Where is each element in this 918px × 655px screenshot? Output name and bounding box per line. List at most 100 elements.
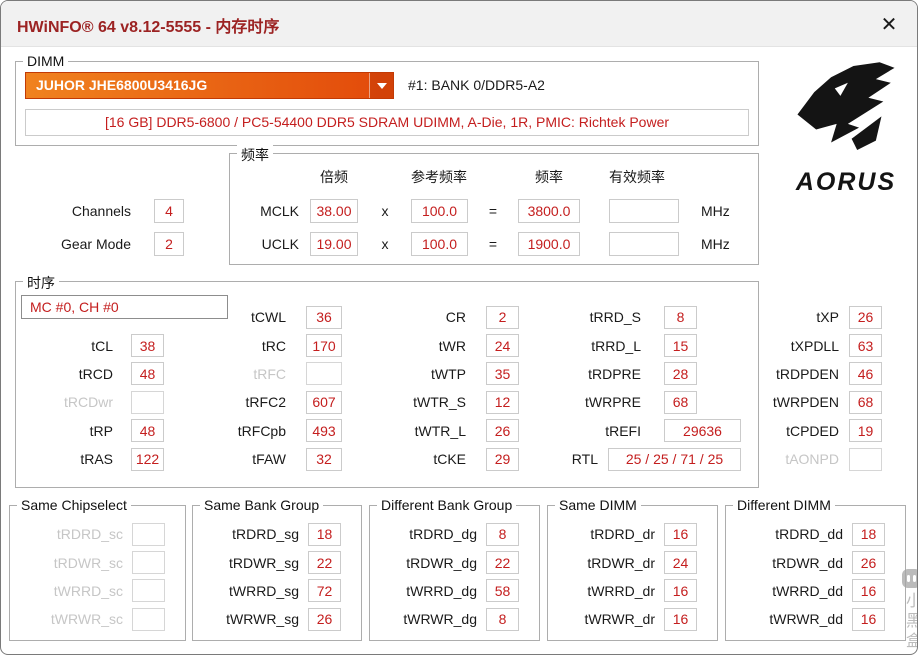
timing-value-box: 16 bbox=[852, 607, 885, 631]
group-title: Different DIMM bbox=[733, 497, 835, 513]
uclk-unit-label: MHz bbox=[701, 236, 730, 252]
timing-value-box: 8 bbox=[486, 607, 519, 631]
timing-value-box: 16 bbox=[664, 607, 697, 631]
timing-label: tRDRD_sc bbox=[56, 526, 123, 543]
gear-mode-value-box: 2 bbox=[154, 232, 184, 256]
dimm-module-dropdown-value: JUHOR JHE6800U3416JG bbox=[36, 77, 208, 93]
timings-column-4: tRRD_S 8 tRRD_L 15 tRDPRE 28 tWRPRE 68 tREFI… bbox=[531, 303, 741, 473]
timing-label: CR bbox=[445, 309, 466, 326]
dimm-module-dropdown[interactable]: JUHOR JHE6800U3416JG bbox=[25, 72, 394, 99]
timing-value-box: 68 bbox=[664, 390, 697, 414]
timing-value-box bbox=[132, 579, 165, 603]
timing-value-box: 2 bbox=[486, 305, 519, 329]
timing-label: tWRRD_sc bbox=[53, 582, 123, 599]
timing-value-box: 493 bbox=[306, 419, 342, 443]
header-frequency: 频率 bbox=[535, 169, 563, 185]
header-multiplier: 倍频 bbox=[320, 169, 348, 185]
equals-sign: = bbox=[488, 203, 498, 219]
brand-name: AORUS bbox=[795, 168, 897, 196]
close-icon: ✕ bbox=[880, 13, 898, 36]
timing-value-box: 46 bbox=[849, 362, 882, 386]
timing-label: tWTP bbox=[431, 365, 466, 382]
timing-label: tCL bbox=[91, 337, 113, 354]
timing-label: RTL bbox=[571, 451, 598, 468]
different-dimm-group: Different DIMM tRDRD_dd 18 tRDWR_dd 26 tWR… bbox=[725, 497, 906, 641]
times-sign: x bbox=[381, 236, 389, 252]
timing-label: tRFC bbox=[253, 365, 286, 382]
timing-label: tRDRD_dg bbox=[409, 526, 477, 543]
timing-label: tRDWR_dr bbox=[587, 554, 655, 571]
timing-label: tRDWR_sg bbox=[228, 554, 299, 571]
timing-value-box: 63 bbox=[849, 334, 882, 358]
timing-value-box: 8 bbox=[664, 305, 697, 329]
timing-label: tRP bbox=[89, 422, 113, 439]
timing-label: tRDRD_sg bbox=[232, 526, 299, 543]
mclk-effective-box bbox=[609, 199, 679, 223]
channels-label: Channels bbox=[71, 203, 131, 219]
timing-value-box: 25 / 25 / 71 / 25 bbox=[608, 447, 741, 471]
timing-label: tRDWR_dg bbox=[406, 554, 477, 571]
timing-value-box: 26 bbox=[308, 607, 341, 631]
timing-value-box: 32 bbox=[306, 447, 342, 471]
group-title: Same Chipselect bbox=[17, 497, 131, 513]
timing-label: tRFCpb bbox=[237, 422, 286, 439]
uclk-frequency-box: 1900.0 bbox=[518, 232, 580, 256]
watermark-text: 小黑盒 bbox=[903, 592, 918, 652]
dimm-slot-label: #1: BANK 0/DDR5-A2 bbox=[408, 77, 545, 93]
uclk-multiplier-box: 19.00 bbox=[310, 232, 358, 256]
mclk-label: MCLK bbox=[260, 203, 299, 219]
timing-value-box: 18 bbox=[308, 522, 341, 546]
timing-value-box: 18 bbox=[852, 522, 885, 546]
dimm-group-label: DIMM bbox=[23, 53, 69, 69]
timing-value-box: 24 bbox=[486, 334, 519, 358]
timing-value-box: 29636 bbox=[664, 419, 741, 443]
timing-label: tXP bbox=[816, 309, 839, 326]
window-title: HWiNFO® 64 v8.12-5555 - 内存时序 bbox=[17, 19, 280, 36]
close-button[interactable]: ✕ bbox=[875, 10, 903, 38]
timing-label: tRCDwr bbox=[64, 394, 113, 411]
timings-column-5: tXP 26 tXPDLL 63 tRDPDEN 46 tWRPDEN 68 tCPDE… bbox=[736, 303, 882, 473]
timing-value-box bbox=[132, 607, 165, 631]
hwinfo-memory-timings-window: HWiNFO® 64 v8.12-5555 - 内存时序 ✕ DIMM JUHO… bbox=[0, 0, 918, 655]
same-bank-group: Same Bank Group tRDRD_sg 18 tRDWR_sg 22 tW… bbox=[192, 497, 362, 641]
timing-label: tRRD_S bbox=[589, 309, 641, 326]
timing-value-box bbox=[131, 390, 164, 414]
aorus-falcon-icon bbox=[797, 62, 895, 150]
timing-label: tRDRD_dd bbox=[775, 526, 843, 543]
timing-label: tWRWR_dr bbox=[584, 611, 655, 628]
timing-label: tRCD bbox=[78, 365, 113, 382]
timing-label: tRDWR_dd bbox=[772, 554, 843, 571]
timing-label: tWRRD_dr bbox=[587, 582, 655, 599]
uclk-label: UCLK bbox=[261, 236, 299, 252]
timing-value-box: 29 bbox=[486, 447, 519, 471]
timing-value-box: 15 bbox=[664, 334, 697, 358]
timing-label: tRDWR_sc bbox=[53, 554, 123, 571]
group-title: Same Bank Group bbox=[200, 497, 324, 513]
timing-value-box: 8 bbox=[486, 522, 519, 546]
mclk-reference-box: 100.0 bbox=[411, 199, 468, 223]
timing-label: tWRPDEN bbox=[772, 394, 839, 411]
timing-value-box: 72 bbox=[308, 579, 341, 603]
brand-logo: AORUS bbox=[783, 55, 909, 197]
timing-label: tWTR_L bbox=[414, 422, 466, 439]
timing-value-box: 24 bbox=[664, 551, 697, 575]
timing-label: tWRRD_sg bbox=[228, 582, 299, 599]
watermark: 小黑盒 bbox=[899, 569, 918, 652]
dropdown-arrow-area[interactable] bbox=[369, 73, 393, 98]
timing-value-box: 22 bbox=[486, 551, 519, 575]
chevron-down-icon bbox=[376, 82, 387, 89]
timing-label: tRAS bbox=[80, 451, 113, 468]
timing-value-box: 68 bbox=[849, 390, 882, 414]
timing-label: tWRPRE bbox=[585, 394, 641, 411]
xiaoheihe-logo-icon bbox=[901, 569, 917, 588]
different-bank-group: Different Bank Group tRDRD_dg 8 tRDWR_dg 2… bbox=[369, 497, 540, 641]
timing-label: tRDPRE bbox=[588, 365, 641, 382]
timing-value-box: 122 bbox=[131, 447, 164, 471]
same-dimm-group: Same DIMM tRDRD_dr 16 tRDWR_dr 24 tWRRD_dr… bbox=[547, 497, 718, 641]
timing-value-box bbox=[132, 522, 165, 546]
timing-value-box: 16 bbox=[664, 579, 697, 603]
timing-label: tAONPD bbox=[785, 451, 839, 468]
timings-group-label: 时序 bbox=[23, 273, 59, 293]
timing-value-box: 35 bbox=[486, 362, 519, 386]
group-title: Different Bank Group bbox=[377, 497, 517, 513]
